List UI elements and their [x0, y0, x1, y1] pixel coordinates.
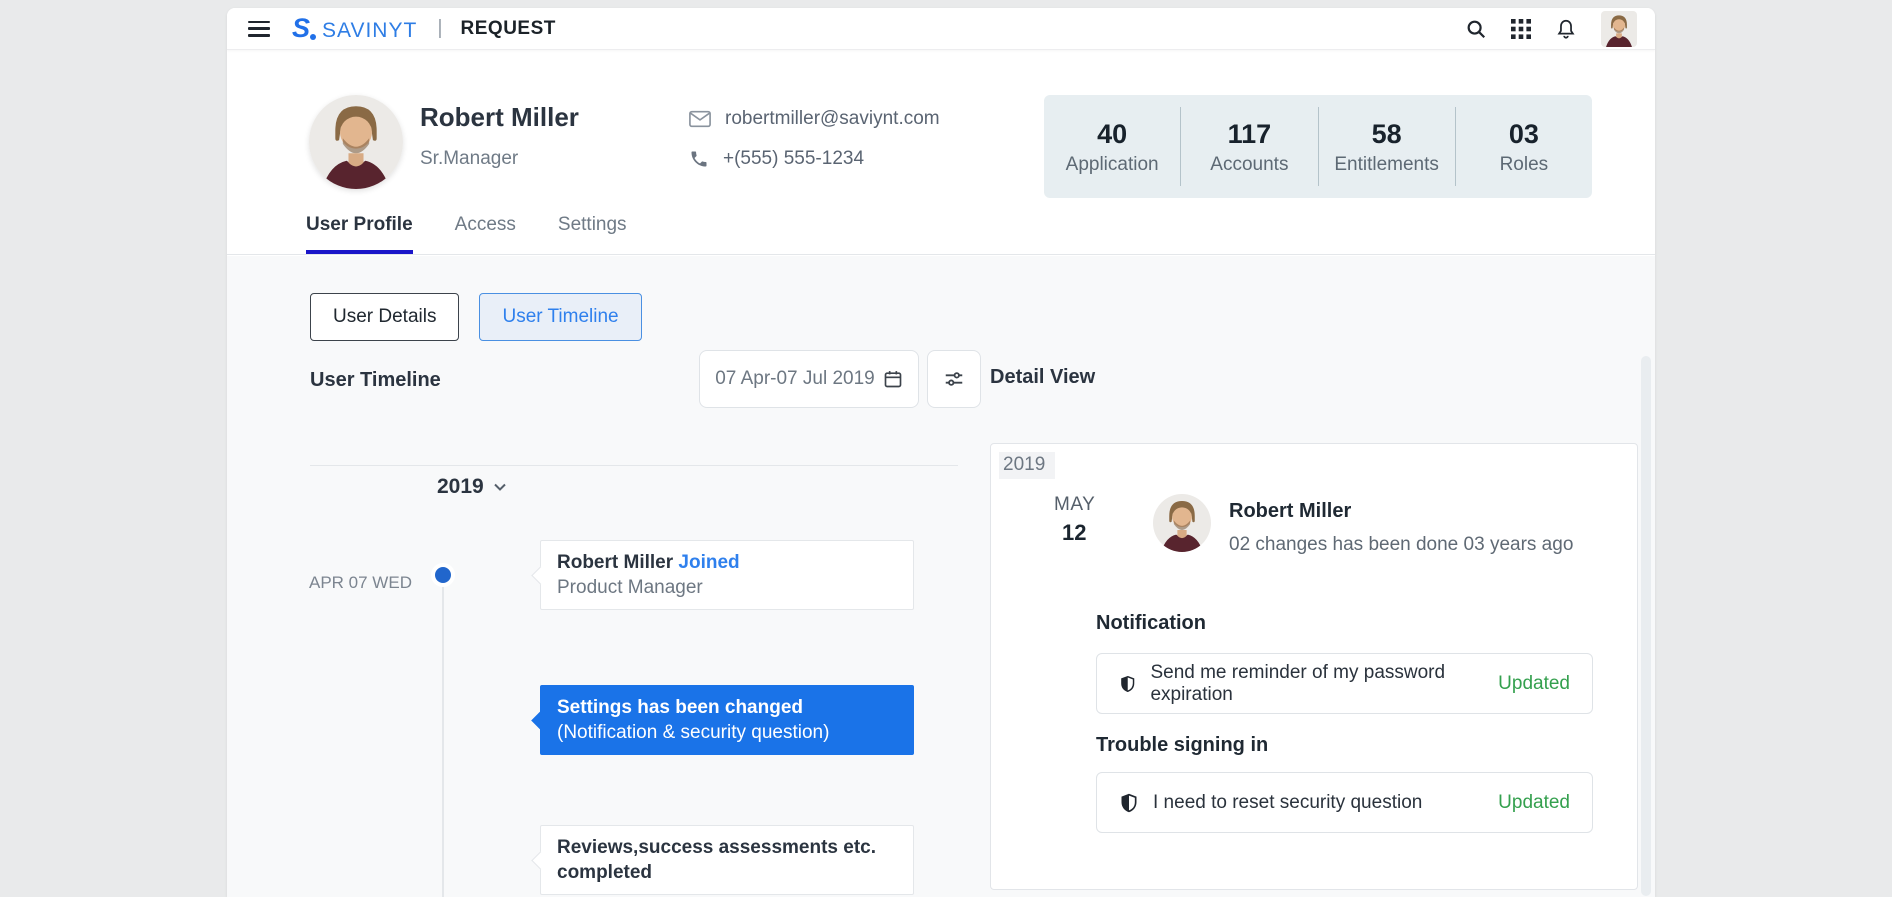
stat-entitlements: 58 Entitlements: [1317, 107, 1455, 186]
user-job-title: Sr.Manager: [420, 148, 519, 169]
timeline-event-dot[interactable]: [435, 567, 451, 583]
user-timeline-button[interactable]: User Timeline: [479, 293, 642, 341]
timeline-axis: [442, 575, 444, 897]
timeline-year: 2019: [437, 475, 484, 498]
event-subtitle: Product Manager: [557, 577, 703, 598]
timeline-divider: [310, 465, 958, 466]
profile-body: User Details User Timeline User Timeline…: [227, 256, 1655, 897]
detail-month: MAY: [1054, 494, 1096, 515]
event-title: Reviews,success assessments etc. complet…: [557, 837, 876, 883]
event-subtitle: (Notification & security question): [557, 722, 830, 743]
tab-settings[interactable]: Settings: [558, 214, 627, 254]
detail-section-heading: Trouble signing in: [1096, 734, 1269, 756]
stat-accounts: 117 Accounts: [1180, 107, 1317, 186]
phone-icon: [691, 151, 707, 167]
navbar-section-title: REQUEST: [460, 17, 556, 39]
top-navbar: S SAVINYT | REQUEST: [227, 8, 1655, 50]
user-profile-photo: [309, 95, 403, 189]
detail-user-name: Robert Miller: [1229, 500, 1352, 522]
user-phone: +(555) 555-1234: [723, 148, 865, 169]
user-stats-summary: 40 Application 117 Accounts 58 Entitleme…: [1044, 95, 1592, 198]
event-title-accent: Joined: [678, 552, 740, 573]
filter-sliders-icon: [945, 372, 963, 386]
detail-change-item: Send me reminder of my password expirati…: [1096, 653, 1593, 714]
brand-name: SAVINYT: [322, 18, 418, 42]
event-title: Robert Miller: [557, 552, 674, 573]
timeline-year-toggle[interactable]: 2019: [437, 475, 508, 499]
apps-grid-icon[interactable]: [1511, 18, 1531, 39]
shield-icon: [1121, 793, 1137, 812]
navbar-divider: |: [437, 17, 443, 39]
timeline-event-card[interactable]: Robert Miller Joined Product Manager: [540, 540, 914, 610]
date-range-value: 07 Apr-07 Jul 2019: [715, 368, 875, 389]
detail-view-card: 2019 MAY 12 Robert Miller 02 changes has…: [990, 443, 1638, 890]
search-icon[interactable]: [1465, 18, 1487, 40]
user-phone-row: +(555) 555-1234: [689, 148, 864, 170]
date-range-picker[interactable]: 07 Apr-07 Jul 2019: [699, 350, 919, 408]
shield-icon: [1121, 675, 1135, 692]
timeline-event-card-selected[interactable]: Settings has been changed (Notification …: [540, 685, 914, 755]
detail-change-text: I need to reset security question: [1153, 791, 1423, 813]
app-window: S SAVINYT | REQUEST Robert Miller Sr.Man…: [227, 8, 1655, 897]
stat-roles: 03 Roles: [1454, 107, 1592, 186]
user-details-button[interactable]: User Details: [310, 293, 460, 341]
detail-view-heading: Detail View: [990, 366, 1096, 388]
detail-section-heading: Notification: [1096, 612, 1206, 634]
notifications-bell-icon[interactable]: [1555, 18, 1577, 40]
detail-year: 2019: [999, 452, 1056, 479]
status-badge: Updated: [1498, 791, 1570, 813]
profile-tabs: User Profile Access Settings: [306, 214, 627, 254]
timeline-event-card[interactable]: Reviews,success assessments etc. complet…: [540, 825, 914, 895]
detail-user-avatar: [1153, 494, 1211, 552]
calendar-icon: [884, 371, 902, 388]
content-scrollbar[interactable]: [1641, 356, 1651, 896]
view-toggle-group: User Details User Timeline: [310, 293, 642, 341]
event-title: Settings has been changed: [557, 697, 803, 718]
user-email: robertmiller@saviynt.com: [725, 108, 940, 129]
user-header: Robert Miller Sr.Manager robertmiller@sa…: [227, 50, 1655, 255]
user-name: Robert Miller: [420, 102, 579, 132]
detail-change-text: Send me reminder of my password expirati…: [1150, 661, 1446, 705]
logo-s-icon: S: [292, 14, 317, 42]
timeline-filter-button[interactable]: [927, 350, 981, 408]
hamburger-menu-icon[interactable]: [248, 20, 270, 37]
mail-icon: [689, 110, 711, 128]
status-badge: Updated: [1498, 672, 1570, 694]
timeline-heading: User Timeline: [310, 369, 441, 391]
timeline-event-date: APR 07 WED: [309, 573, 412, 592]
detail-change-item: I need to reset security question Update…: [1096, 772, 1593, 833]
user-email-row: robertmiller@saviynt.com: [689, 108, 940, 130]
chevron-down-icon: [494, 483, 506, 491]
tab-access[interactable]: Access: [455, 214, 516, 254]
detail-day: 12: [1062, 520, 1087, 545]
stat-application: 40 Application: [1065, 119, 1159, 176]
tab-user-profile[interactable]: User Profile: [306, 214, 413, 254]
brand-logo[interactable]: S SAVINYT: [292, 14, 418, 43]
detail-change-summary: 02 changes has been done 03 years ago: [1229, 534, 1574, 555]
navbar-user-avatar[interactable]: [1601, 10, 1637, 47]
